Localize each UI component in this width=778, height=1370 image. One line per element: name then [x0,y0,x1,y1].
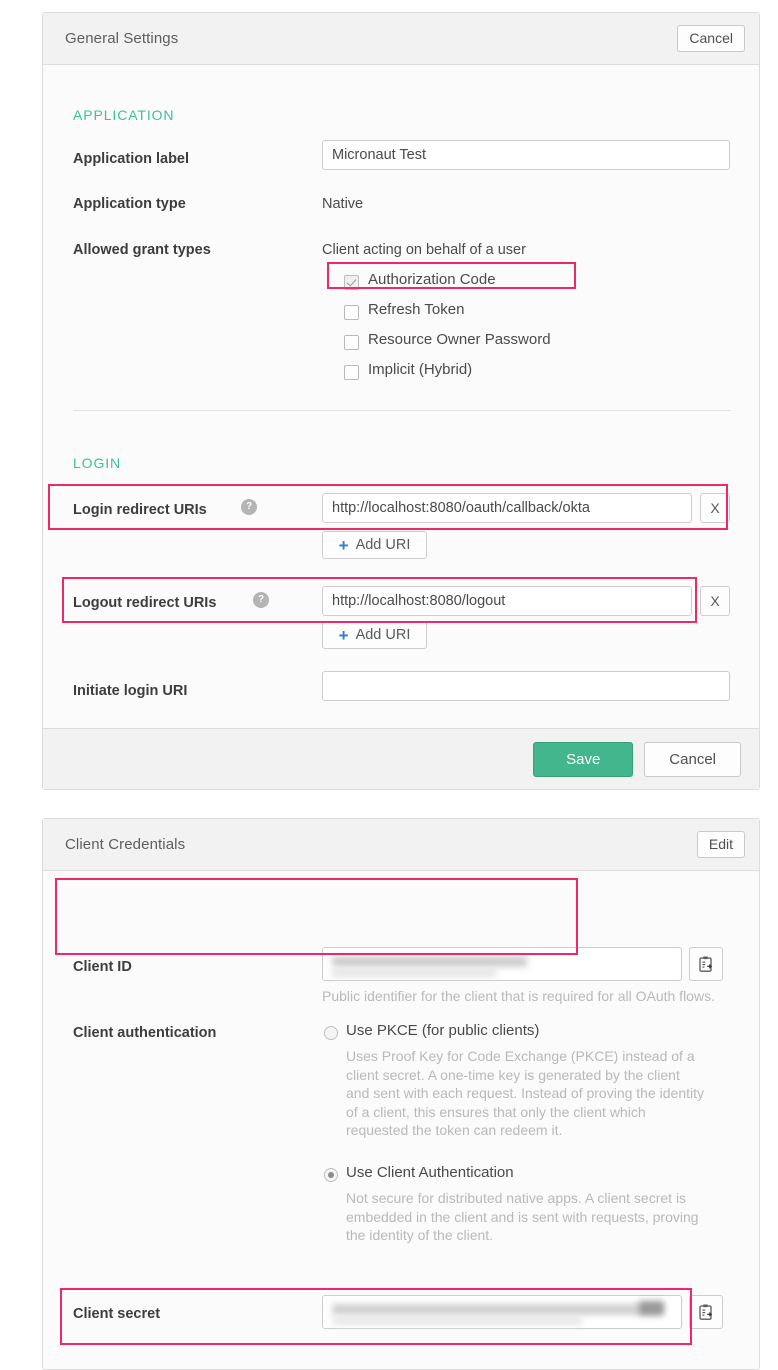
checkbox-label-refresh-token: Refresh Token [368,301,465,318]
checkbox-label-resource-owner-password: Resource Owner Password [368,331,551,348]
copy-client-id-button[interactable] [689,947,723,981]
client-secret-label: Client secret [73,1306,161,1322]
header-cancel-button[interactable]: Cancel [677,24,745,53]
login-redirect-uri-input[interactable] [322,493,692,523]
edit-button[interactable]: Edit [696,830,745,859]
footer-cancel-button[interactable]: Cancel [644,741,741,777]
login-redirect-uris-label: Login redirect URIs [73,502,207,518]
add-login-uri-label: Add URI [355,537,411,553]
help-circle-icon[interactable]: ? [241,499,257,515]
checkbox-resource-owner-password[interactable] [344,335,359,350]
application-type-value: Native [322,196,364,212]
client-secret-redacted-value [332,1304,662,1315]
checkbox-implicit-hybrid[interactable] [344,365,359,380]
radio-description-use-pkce: Uses Proof Key for Code Exchange (PKCE) … [346,1048,705,1138]
general-settings-header: General Settings Cancel [43,13,759,65]
radio-use-client-authentication[interactable] [324,1168,338,1182]
checkbox-label-authorization-code: Authorization Code [368,271,496,288]
general-settings-footer: Save Cancel [43,728,759,789]
logout-redirect-uris-label: Logout redirect URIs [73,595,217,611]
radio-label-use-pkce: Use PKCE (for public clients) [346,1022,540,1039]
client-id-help-text: Public identifier for the client that is… [322,988,715,1004]
remove-logout-redirect-uri-button[interactable]: X [700,586,730,616]
client-credentials-header: Client Credentials Edit [43,819,759,871]
copy-to-clipboard-icon [699,956,713,972]
initiate-login-uri-label: Initiate login URI [73,683,188,699]
checkbox-refresh-token[interactable] [344,305,359,320]
client-id-redacted-value [332,956,527,967]
help-circle-icon-logout[interactable]: ? [253,592,269,608]
application-section-title: APPLICATION [73,107,175,123]
add-login-uri-button[interactable]: + Add URI [322,531,427,559]
client-authentication-label: Client authentication [73,1025,217,1041]
application-label-input[interactable] [322,140,730,170]
remove-login-redirect-uri-button[interactable]: X [700,493,730,523]
copy-to-clipboard-icon-secret [699,1304,713,1320]
logout-redirect-uri-input[interactable] [322,586,692,616]
client-credentials-panel: Client Credentials Edit Client ID Public… [42,818,760,1370]
plus-icon-logout: + [338,625,349,645]
checkbox-label-implicit-hybrid: Implicit (Hybrid) [368,361,473,378]
client-id-redacted-value-2 [332,969,497,977]
client-secret-redacted-value-3 [639,1301,664,1315]
radio-description-use-client-authentication: Not secure for distributed native apps. … [346,1190,699,1243]
section-divider [73,410,731,411]
client-secret-redacted-value-2 [332,1317,582,1325]
application-type-label: Application type [73,196,186,212]
radio-label-use-client-authentication: Use Client Authentication [346,1164,514,1181]
radio-use-pkce[interactable] [324,1026,338,1040]
add-logout-uri-label: Add URI [355,627,411,643]
general-settings-panel: General Settings Cancel APPLICATION Appl… [42,12,760,790]
save-button[interactable]: Save [533,741,634,777]
page-title: General Settings [65,30,179,47]
copy-client-secret-button[interactable] [689,1295,723,1329]
checkbox-authorization-code[interactable] [344,275,359,290]
client-credentials-title: Client Credentials [65,836,186,853]
plus-icon: + [338,535,349,555]
application-label-label: Application label [73,151,190,167]
login-section-title: LOGIN [73,455,122,471]
grant-group-caption: Client acting on behalf of a user [322,242,526,258]
initiate-login-uri-input[interactable] [322,671,730,701]
add-logout-uri-button[interactable]: + Add URI [322,621,427,649]
allowed-grant-types-label: Allowed grant types [73,242,211,258]
client-id-label: Client ID [73,959,132,975]
